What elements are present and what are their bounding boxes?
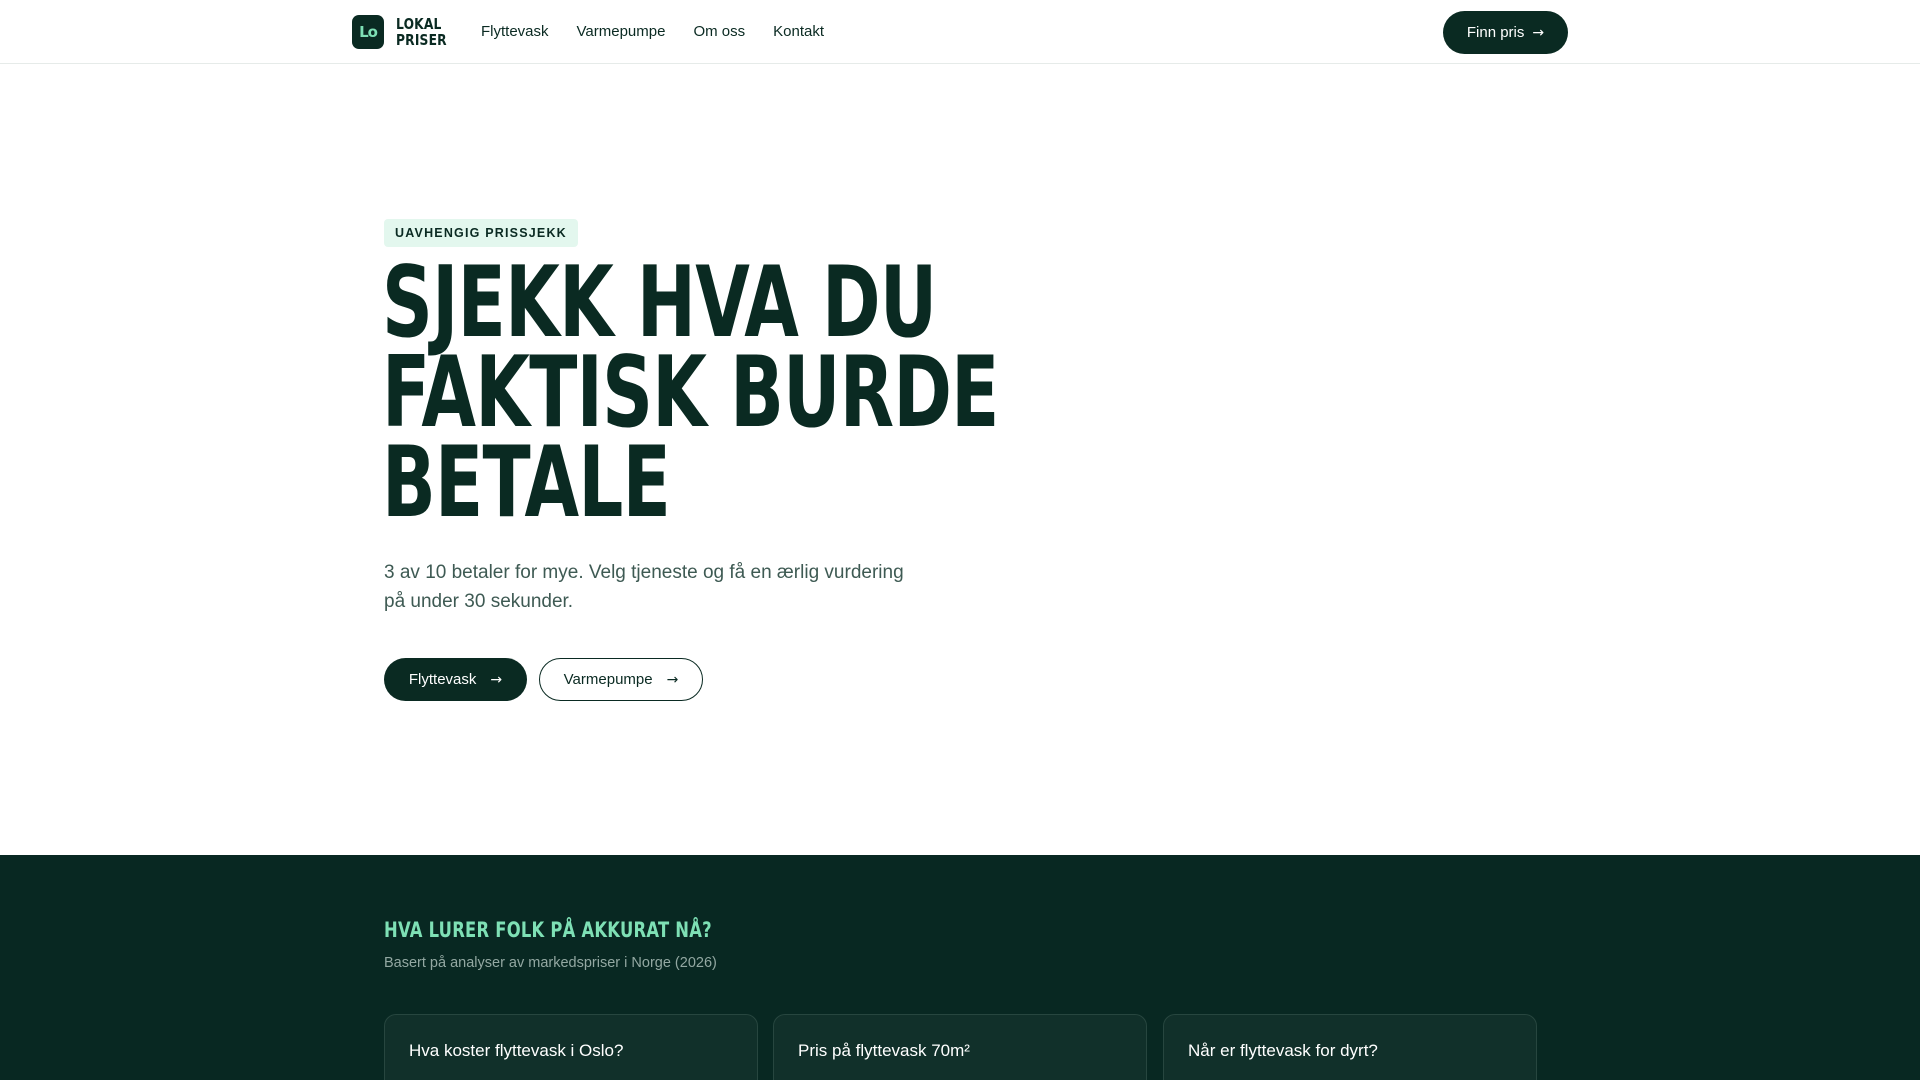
question-card[interactable]: Hva koster flyttevask i Oslo?	[384, 1014, 758, 1080]
varmepumpe-button-label: Varmepumpe	[563, 671, 653, 688]
hero-title-line-3: BETALE	[382, 426, 671, 540]
logo-line-2: PRISER	[396, 31, 447, 49]
main-nav: Flyttevask Varmepumpe Om oss Kontakt	[481, 21, 824, 43]
flyttevask-button-label: Flyttevask	[408, 671, 477, 688]
logo-line-1: LOKAL	[396, 15, 442, 33]
flyttevask-button[interactable]: Flyttevask →	[384, 658, 527, 701]
question-card[interactable]: Når er flyttevask for dyrt?	[1163, 1014, 1537, 1080]
popular-questions-title: HVA LURER FOLK PÅ AKKURAT NÅ?	[384, 918, 712, 942]
finn-pris-label: Finn pris	[1466, 24, 1525, 41]
finn-pris-button[interactable]: Finn pris →	[1443, 11, 1568, 54]
logo-mark-icon: Lo	[352, 15, 384, 49]
varmepumpe-button[interactable]: Varmepumpe →	[539, 658, 703, 701]
nav-link-flyttevask[interactable]: Flyttevask	[481, 21, 549, 43]
nav-link-om-oss[interactable]: Om oss	[693, 21, 745, 43]
popular-questions-subtitle: Basert på analyser av markedspriser i No…	[384, 955, 717, 971]
arrow-right-icon: →	[490, 671, 503, 688]
hero-subtitle: 3 av 10 betaler for mye. Velg tjeneste o…	[384, 562, 904, 612]
question-card[interactable]: Pris på flyttevask 70m²	[773, 1014, 1147, 1080]
nav-link-varmepumpe[interactable]: Varmepumpe	[577, 21, 666, 43]
arrow-right-icon: →	[666, 671, 679, 688]
logo-mark-text: Lo	[359, 23, 378, 41]
hero-badge: UAVHENGIG PRISSJEKK	[384, 219, 578, 247]
site-header: Lo LOKAL PRISER Flyttevask Varmepumpe Om…	[0, 0, 1920, 64]
hero-title-line-2: FAKTISK BURDE	[382, 336, 999, 450]
nav-link-kontakt[interactable]: Kontakt	[773, 21, 824, 43]
hero-title: SJEKK HVA DU FAKTISK BURDE BETALE	[382, 246, 999, 540]
logo[interactable]: Lo LOKAL PRISER	[352, 15, 458, 49]
logo-text: LOKAL PRISER	[396, 16, 447, 48]
hero-title-line-1: SJEKK HVA DU	[382, 246, 937, 360]
arrow-right-icon: →	[1532, 24, 1545, 41]
